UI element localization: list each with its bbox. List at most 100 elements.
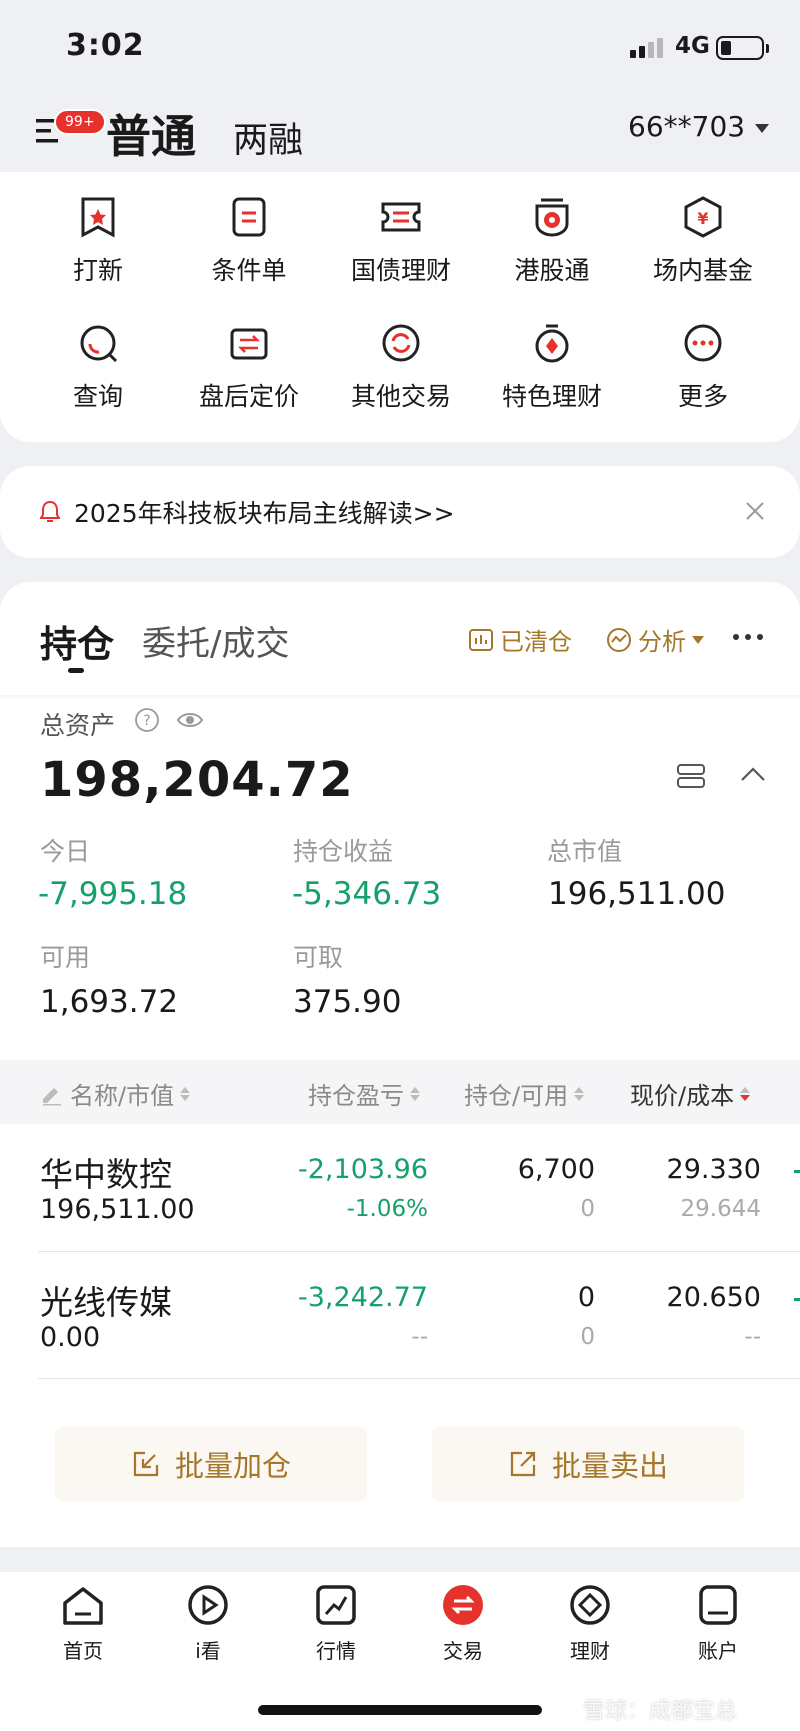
svg-text:¥: ¥ <box>697 209 708 228</box>
analysis-button[interactable]: 分析 <box>606 622 704 657</box>
chart-icon <box>314 1583 358 1627</box>
bauhinia-icon <box>531 196 573 238</box>
stock-price: 20.650 <box>666 1282 761 1313</box>
batch-sell-icon <box>510 1451 536 1477</box>
stock-market-value: 0.00 <box>40 1322 101 1353</box>
nav-item[interactable]: i看 <box>168 1583 248 1664</box>
sort-icon <box>574 1086 585 1101</box>
stock-pnl-pct: -1.06% <box>346 1196 428 1222</box>
nav-item-label: 交易 <box>443 1639 483 1663</box>
home-indicator[interactable] <box>258 1705 542 1715</box>
tab-normal[interactable]: 普通 <box>106 100 196 165</box>
help-icon[interactable]: ? <box>134 707 160 733</box>
column-pnl[interactable]: 持仓盈亏 <box>308 1076 420 1111</box>
grid-item[interactable]: 特色理财 <box>477 322 627 413</box>
column-name[interactable]: 名称/市值 <box>40 1076 191 1111</box>
account-icon <box>696 1583 740 1627</box>
grid-item[interactable]: 国债理财 <box>326 196 476 287</box>
stock-name: 光线传媒 <box>40 1283 172 1322</box>
nav-item[interactable]: 交易 <box>423 1583 503 1664</box>
grid-item[interactable]: 盘后定价 <box>174 322 324 413</box>
close-icon[interactable] <box>744 500 766 522</box>
tab-holdings[interactable]: 持仓 <box>40 614 114 668</box>
notification-badge: 99+ <box>54 109 106 135</box>
grid-item-label: 港股通 <box>514 256 590 285</box>
tab-orders[interactable]: 委托/成交 <box>142 616 289 665</box>
signal-icon <box>630 38 663 58</box>
more-icon <box>682 322 724 364</box>
bell-icon <box>40 500 60 524</box>
nav-item-label: 账户 <box>698 1639 738 1663</box>
bookmark-star-icon <box>77 196 119 238</box>
stock-pnl: -3,242.77 <box>298 1282 428 1313</box>
nav-item-label: 行情 <box>316 1639 356 1663</box>
stock-pnl: -2,103.96 <box>298 1154 428 1185</box>
grid-item[interactable]: 条件单 <box>174 196 324 287</box>
status-time: 3:02 <box>66 28 145 63</box>
batch-buy-button[interactable]: 批量加仓 <box>55 1427 367 1501</box>
grid-item-label: 条件单 <box>211 256 287 285</box>
yen-shield-icon: ¥ <box>682 196 724 238</box>
nav-item-label: 首页 <box>63 1639 103 1663</box>
grid-item[interactable]: ¥ 场内基金 <box>628 196 778 287</box>
account-number: 66**703 <box>628 110 746 143</box>
cleared-icon <box>469 628 493 651</box>
watermark: 雪球：成都宝总 <box>583 1699 738 1724</box>
document-icon <box>228 196 270 238</box>
holding-pnl: -5,346.73 <box>292 876 442 912</box>
stock-position: 6,700 <box>517 1154 595 1185</box>
tab-indicator <box>68 668 84 673</box>
column-price[interactable]: 现价/成本 <box>630 1076 751 1111</box>
grid-item[interactable]: 查询 <box>23 322 173 413</box>
stopwatch-icon <box>531 322 573 364</box>
column-position[interactable]: 持仓/可用 <box>464 1076 585 1111</box>
layout-toggle-icon[interactable] <box>676 763 706 789</box>
withdrawable-value: 375.90 <box>293 984 402 1020</box>
divider <box>0 695 800 699</box>
today-pnl: -7,995.18 <box>38 876 188 912</box>
grid-item[interactable]: 其他交易 <box>326 322 476 413</box>
tab-margin[interactable]: 两融 <box>233 112 303 163</box>
stock-cost: 29.644 <box>680 1196 761 1222</box>
analysis-icon <box>607 627 631 652</box>
caret-down-icon <box>692 635 704 644</box>
row-edge-mark <box>794 1298 800 1301</box>
cleared-button[interactable]: 已清仓 <box>468 622 572 657</box>
nav-item[interactable]: 首页 <box>43 1583 123 1664</box>
grid-item-label: 国债理财 <box>350 256 451 285</box>
more-options-icon[interactable] <box>733 634 763 640</box>
row-edge-mark <box>794 1170 800 1173</box>
sort-icon <box>180 1086 191 1101</box>
row-divider <box>38 1378 800 1379</box>
stock-name: 华中数控 <box>40 1155 172 1194</box>
sort-icon <box>410 1086 420 1101</box>
grid-item-label: 场内基金 <box>652 256 753 285</box>
grid-item[interactable]: 港股通 <box>477 196 627 287</box>
holding-pnl-label: 持仓收益 <box>293 837 394 866</box>
batch-buy-icon <box>133 1451 159 1477</box>
edit-icon <box>43 1087 61 1105</box>
total-assets-label: 总资产 <box>40 711 116 740</box>
notice-bar[interactable]: 2025年科技板块布局主线解读>> <box>0 466 800 558</box>
grid-item-label: 特色理财 <box>501 382 602 411</box>
batch-sell-button[interactable]: 批量卖出 <box>432 1427 744 1501</box>
market-value: 196,511.00 <box>548 876 726 912</box>
nav-item[interactable]: 账户 <box>678 1583 758 1664</box>
eye-icon[interactable] <box>176 709 204 731</box>
grid-item[interactable]: 打新 <box>23 196 173 287</box>
nav-item[interactable]: 理财 <box>550 1583 630 1664</box>
available-value: 1,693.72 <box>40 984 179 1020</box>
stock-price: 29.330 <box>666 1154 761 1185</box>
grid-item[interactable]: 更多 <box>628 322 778 413</box>
stock-available: 0 <box>580 1324 595 1350</box>
nav-item-label: 理财 <box>570 1639 610 1663</box>
nav-item-label: i看 <box>195 1639 221 1663</box>
withdrawable-label: 可取 <box>293 943 344 972</box>
ticket-icon <box>380 196 422 238</box>
stock-available: 0 <box>580 1196 595 1222</box>
account-selector[interactable]: 66**703 <box>628 110 770 143</box>
collapse-icon[interactable] <box>740 766 766 782</box>
available-label: 可用 <box>40 943 91 972</box>
chevron-down-icon <box>755 124 770 133</box>
nav-item[interactable]: 行情 <box>296 1583 376 1664</box>
